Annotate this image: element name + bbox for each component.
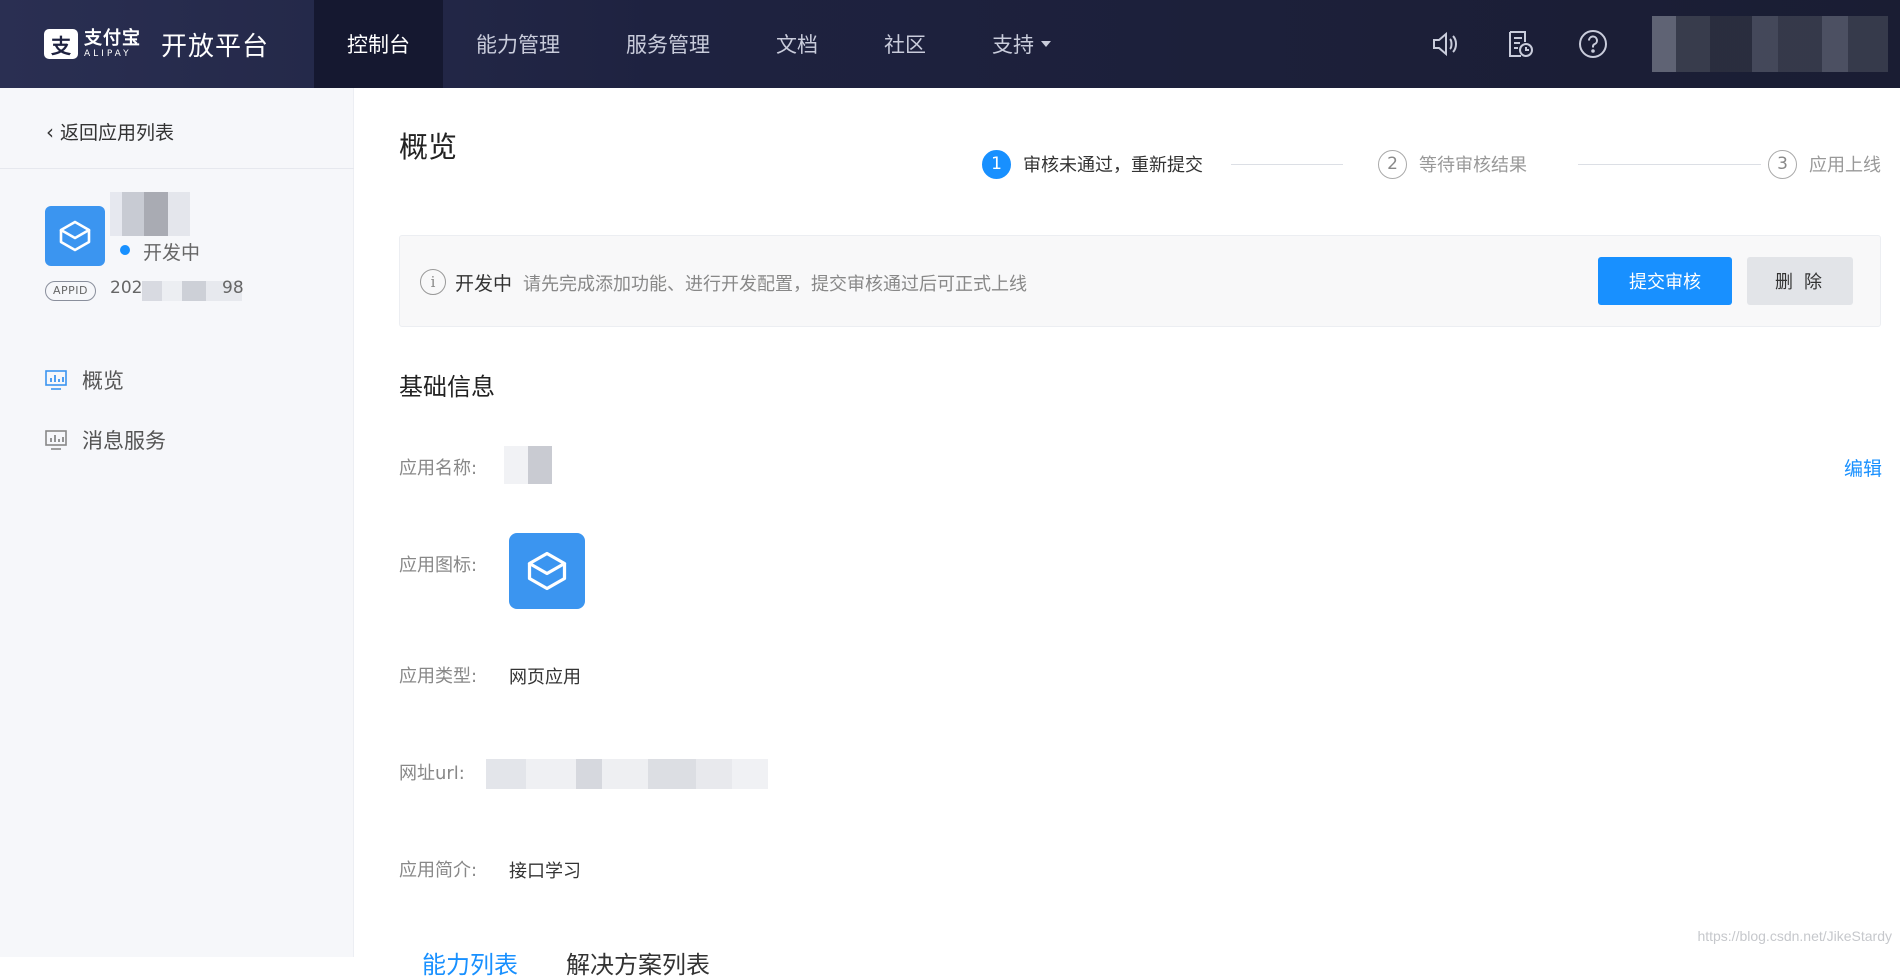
step-3: 3 应用上线 [1768, 149, 1881, 179]
sidebar-item-message-label: 消息服务 [82, 429, 166, 453]
notice-message: 请先完成添加功能、进行开发配置，提交审核通过后可正式上线 [523, 274, 1027, 295]
main-content: 概览 1 审核未通过，重新提交 2 等待审核结果 3 应用上线 i 开发中 请先… [354, 88, 1900, 979]
review-steps: 1 审核未通过，重新提交 2 等待审核结果 3 应用上线 [982, 149, 1882, 179]
tab-capability-list[interactable]: 能力列表 [422, 951, 518, 979]
notice-status: 开发中 [455, 273, 513, 295]
brand-logo[interactable]: 支 支付宝 ALIPAY 开放平台 [0, 0, 314, 88]
step-2: 2 等待审核结果 [1378, 149, 1527, 179]
status-notice: i 开发中 请先完成添加功能、进行开发配置，提交审核通过后可正式上线 提交审核 … [399, 235, 1881, 327]
appid-prefix: 202 [110, 278, 143, 298]
tab-solution-list[interactable]: 解决方案列表 [566, 951, 710, 979]
app-desc-label: 应用简介: [399, 860, 478, 881]
caret-down-icon [1041, 41, 1051, 47]
app-type-label: 应用类型: [399, 666, 478, 687]
monitor-chart-icon [44, 429, 68, 451]
app-name-blurred [110, 192, 190, 236]
logo-text: 支付宝 ALIPAY [84, 27, 141, 59]
nav-docs-label: 文档 [776, 33, 818, 57]
app-type-value: 网页应用 [509, 667, 581, 688]
sidebar: ‹ 返回应用列表 开发中 APPID 202 98 概览 消息服务 [0, 88, 354, 957]
app-name-value-blurred [504, 446, 552, 484]
nav-console-label: 控制台 [347, 33, 410, 57]
sidebar-item-overview[interactable]: 概览 [44, 350, 166, 410]
user-account-blurred[interactable] [1652, 16, 1888, 72]
bottom-tabs: 能力列表 解决方案列表 [422, 945, 710, 980]
alipay-logo-icon: 支 [44, 29, 78, 59]
appid-badge: APPID [45, 281, 97, 301]
nav-service-label: 服务管理 [626, 33, 710, 57]
nav-console[interactable]: 控制台 [314, 0, 443, 88]
nav-capability-management[interactable]: 能力管理 [443, 0, 593, 88]
back-link-label: 返回应用列表 [60, 122, 175, 144]
watermark: https://blog.csdn.net/JikeStardy [1697, 928, 1892, 944]
step-1: 1 审核未通过，重新提交 [982, 149, 1203, 179]
sidebar-divider [0, 168, 354, 169]
step-2-label: 等待审核结果 [1419, 155, 1527, 176]
step-3-label: 应用上线 [1809, 155, 1881, 176]
step-connector [1231, 164, 1343, 165]
app-name-label: 应用名称: [399, 458, 478, 479]
nav-docs[interactable]: 文档 [743, 0, 851, 88]
app-desc-value: 接口学习 [509, 861, 581, 882]
sidebar-item-message-service[interactable]: 消息服务 [44, 410, 166, 470]
app-cube-icon [45, 206, 105, 266]
sidebar-menu: 概览 消息服务 [44, 350, 166, 470]
edit-link[interactable]: 编辑 [1844, 454, 1882, 481]
step-1-number: 1 [982, 149, 1011, 179]
appid-suffix: 98 [222, 278, 244, 298]
speaker-icon[interactable] [1428, 27, 1462, 61]
info-icon: i [420, 269, 446, 295]
nav-community-label: 社区 [884, 33, 926, 57]
logo-en-text: ALIPAY [84, 48, 132, 59]
step-3-number: 3 [1768, 149, 1797, 179]
submit-review-button[interactable]: 提交审核 [1598, 257, 1732, 305]
nav-support[interactable]: 支持 [959, 0, 1084, 88]
platform-name: 开放平台 [161, 31, 270, 62]
help-icon[interactable] [1576, 27, 1610, 61]
top-navigation-bar: 支 支付宝 ALIPAY 开放平台 控制台 能力管理 服务管理 文档 社区 支持 [0, 0, 1900, 88]
step-2-number: 2 [1378, 149, 1407, 179]
main-nav: 控制台 能力管理 服务管理 文档 社区 支持 [314, 0, 1084, 88]
app-icon-label: 应用图标: [399, 555, 478, 576]
step-connector [1578, 164, 1761, 165]
document-clock-icon[interactable] [1502, 27, 1536, 61]
sidebar-item-overview-label: 概览 [82, 369, 124, 393]
url-value-blurred [486, 759, 768, 789]
page-title: 概览 [399, 130, 458, 164]
status-dot [120, 245, 130, 255]
back-to-app-list-link[interactable]: ‹ 返回应用列表 [46, 118, 174, 145]
nav-support-label: 支持 [992, 33, 1034, 57]
delete-button[interactable]: 删 除 [1747, 257, 1853, 305]
app-status: 开发中 [143, 242, 201, 264]
url-label: 网址url: [399, 763, 465, 784]
monitor-chart-icon [44, 369, 68, 391]
logo-cn-text: 支付宝 [84, 27, 141, 49]
header-icons [1388, 0, 1610, 88]
nav-community[interactable]: 社区 [851, 0, 959, 88]
app-cube-icon [509, 533, 585, 609]
nav-capability-label: 能力管理 [476, 33, 560, 57]
chevron-left-icon: ‹ [46, 119, 54, 144]
nav-service-management[interactable]: 服务管理 [593, 0, 743, 88]
basic-info-title: 基础信息 [399, 373, 495, 401]
step-1-label: 审核未通过，重新提交 [1023, 155, 1203, 176]
